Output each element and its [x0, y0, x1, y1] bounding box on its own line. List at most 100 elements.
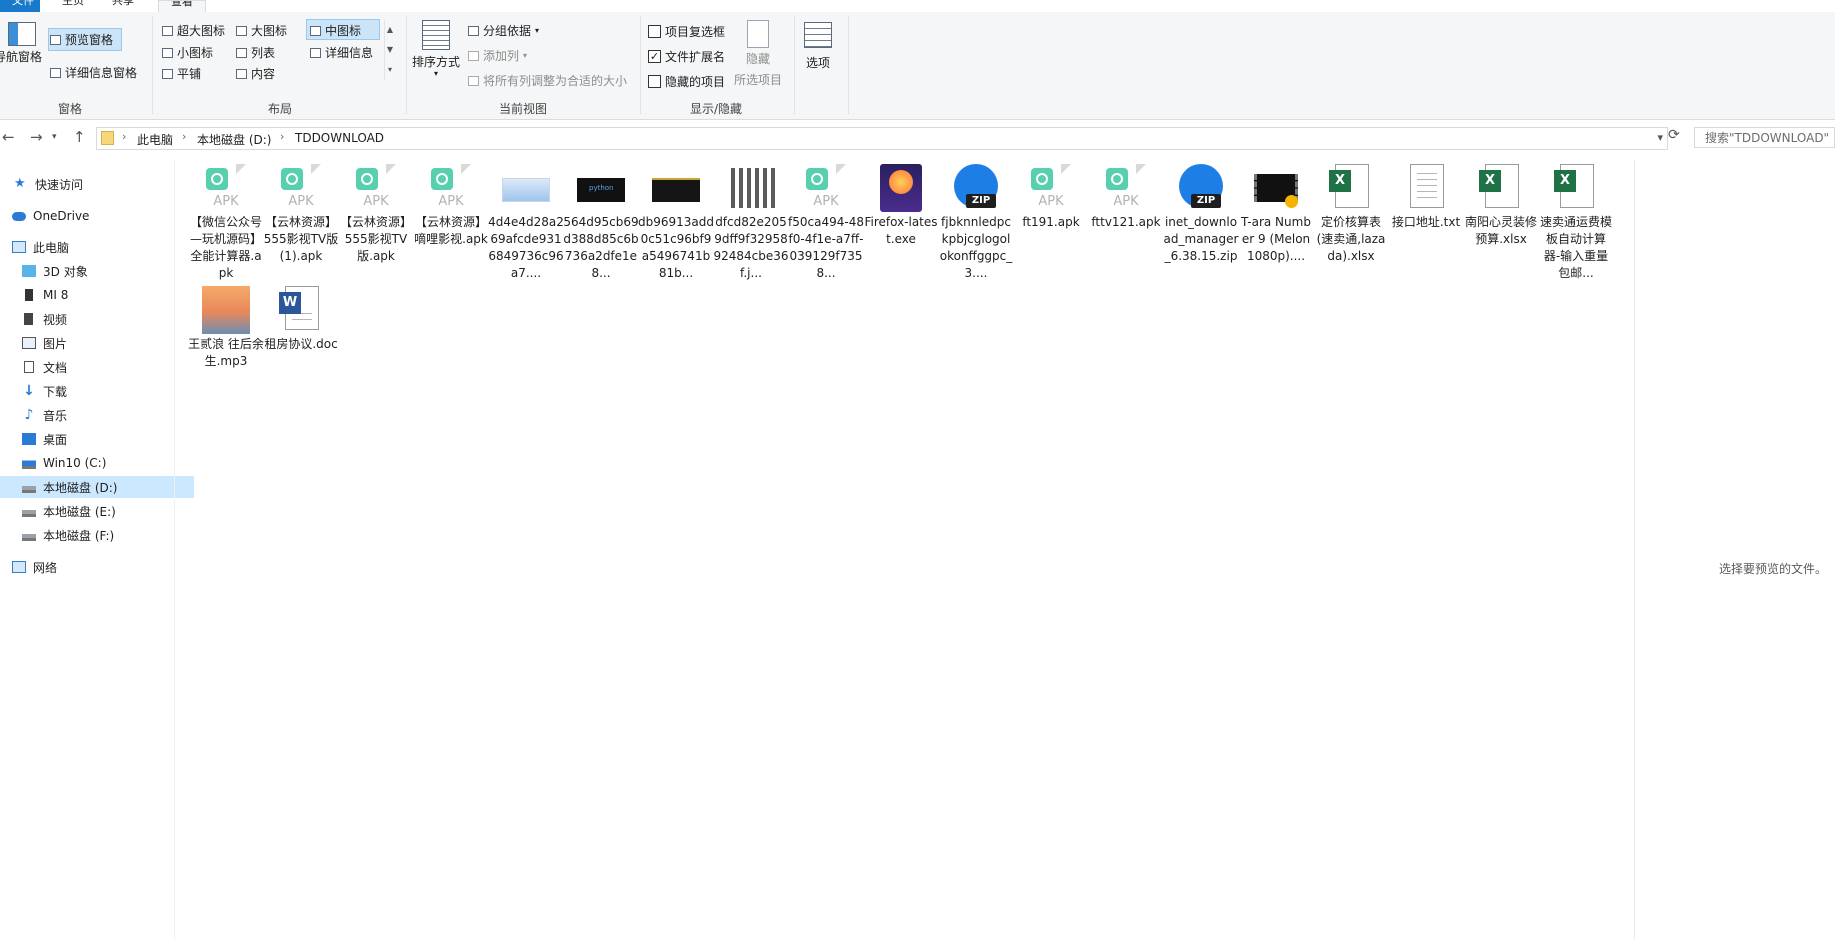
file-item[interactable]: ZIP fjbknnledpckpbjcglogolokonffggpc_3..… — [938, 164, 1014, 282]
file-item[interactable]: Firefox-latest.exe — [863, 164, 939, 248]
layout-content[interactable]: 内容 — [236, 65, 275, 82]
size-all-columns-button[interactable]: 将所有列调整为合适的大小 — [468, 72, 627, 89]
nav-downloads[interactable]: ↓ 下载 — [0, 380, 194, 402]
nav-documents[interactable]: 文档 — [0, 356, 194, 378]
breadcrumb-tddownload[interactable]: TDDOWNLOAD — [295, 131, 384, 145]
file-list: APK 【微信公众号—玩机源码】全能计算器.apk APK 【云林资源】555影… — [188, 160, 1628, 939]
breadcrumb-drive-d[interactable]: 本地磁盘 (D:) — [197, 131, 271, 148]
group-by-button[interactable]: 分组依据 ▾ — [468, 22, 539, 39]
file-item[interactable]: 4d4e4d28a269afcde9316849736c96a7.... — [488, 164, 564, 282]
file-item[interactable]: APK 【云林资源】555影视TV版(1).apk — [263, 164, 339, 265]
nav-mi8[interactable]: MI 8 — [0, 284, 194, 306]
drive-icon — [22, 529, 36, 541]
group-by-label: 分组依据 — [483, 24, 532, 38]
sort-by-button[interactable]: 排序方式 ▾ — [412, 20, 460, 78]
forward-arrow-icon[interactable]: → — [30, 128, 43, 146]
file-item[interactable]: python 564d95cb69d388d85c6b736a2dfe1e8..… — [563, 164, 639, 282]
nav-item-label: 本地磁盘 (F:) — [43, 528, 115, 543]
file-item[interactable]: APK fttv121.apk — [1088, 164, 1164, 231]
nav-item-label: 下载 — [43, 384, 68, 399]
details-pane-label: 详细信息窗格 — [65, 66, 138, 80]
layout-large[interactable]: 大图标 — [236, 22, 287, 39]
hide-selected-button[interactable]: 隐藏 所选项目 — [734, 20, 782, 88]
file-item[interactable]: X 速卖通运费模板自动计算器-输入重量包邮... — [1538, 164, 1614, 282]
chevron-down-icon: ▾ — [523, 51, 528, 60]
nav-item-label: 3D 对象 — [43, 264, 88, 279]
search-input[interactable]: 搜索"TDDOWNLOAD" — [1694, 127, 1835, 148]
layout-scroll-arrows[interactable]: ▲ ▼ ▾ — [384, 20, 395, 80]
file-extensions-toggle[interactable]: ✓ 文件扩展名 — [648, 48, 725, 65]
file-item[interactable]: APK 【微信公众号—玩机源码】全能计算器.apk — [188, 164, 264, 282]
nav-pictures[interactable]: 图片 — [0, 332, 194, 354]
drive-icon — [22, 505, 36, 517]
hidden-items-toggle[interactable]: 隐藏的项目 — [648, 73, 725, 90]
file-name: 【云林资源】嘀哩影视.apk — [414, 215, 488, 246]
file-name: 定价核算表(速卖通,lazada).xlsx — [1316, 215, 1386, 263]
nav-network[interactable]: 网络 — [0, 556, 184, 578]
file-item[interactable]: APK 【云林资源】555影视TV版.apk — [338, 164, 414, 265]
file-item[interactable]: APK f50ca494-48f0-4f1e-a7ff-039129f7358.… — [788, 164, 864, 282]
refresh-icon[interactable]: ⟳ — [1668, 127, 1680, 143]
layout-tiles[interactable]: 平铺 — [162, 65, 201, 82]
item-checkboxes-toggle[interactable]: 项目复选框 — [648, 23, 725, 40]
file-item[interactable]: dfcd82e2059dff9f3295892484cbe36f.j... — [713, 164, 789, 282]
nav-onedrive[interactable]: OneDrive — [0, 205, 184, 227]
file-item[interactable]: db96913add0c51c96bf9a5496741b81b... — [638, 164, 714, 282]
nav-drive-c[interactable]: Win10 (C:) — [0, 452, 194, 474]
file-item[interactable]: APK 【云林资源】嘀哩影视.apk — [413, 164, 489, 248]
back-arrow-icon[interactable]: ← — [2, 128, 15, 146]
file-item[interactable]: X 南阳心灵装修预算.xlsx — [1463, 164, 1539, 248]
file-item[interactable]: W 租房协议.doc — [263, 286, 339, 353]
breadcrumb-this-pc[interactable]: 此电脑 — [137, 131, 173, 148]
file-name: fttv121.apk — [1091, 215, 1161, 229]
file-name: 【云林资源】555影视TV版.apk — [339, 215, 412, 263]
address-input[interactable]: › 此电脑 › 本地磁盘 (D:) › TDDOWNLOAD ▾ — [96, 127, 1668, 150]
nav-drive-d[interactable]: 本地磁盘 (D:) — [0, 476, 194, 498]
nav-music[interactable]: ♪ 音乐 — [0, 404, 194, 426]
tab-home[interactable]: 主页 — [62, 0, 92, 12]
address-dropdown-icon[interactable]: ▾ — [1657, 131, 1663, 144]
file-name: 速卖通运费模板自动计算器-输入重量包邮... — [1539, 215, 1612, 280]
file-item[interactable]: APK ft191.apk — [1013, 164, 1089, 231]
nav-desktop[interactable]: 桌面 — [0, 428, 194, 450]
layout-medium[interactable]: 中图标 — [310, 22, 361, 39]
nav-pane-button[interactable]: 导航窗格 — [0, 22, 42, 65]
layout-list[interactable]: 列表 — [236, 44, 275, 61]
file-item[interactable]: 接口地址.txt — [1388, 164, 1464, 231]
apk-icon: APK — [427, 164, 475, 212]
details-pane-button[interactable]: 详细信息窗格 — [50, 64, 137, 81]
nav-drive-e[interactable]: 本地磁盘 (E:) — [0, 500, 194, 522]
excel-icon: X — [1477, 164, 1525, 212]
sort-by-label: 排序方式 — [412, 55, 461, 69]
layout-extra-large[interactable]: 超大图标 — [162, 22, 225, 39]
nav-videos[interactable]: 视频 — [0, 308, 194, 330]
tab-share[interactable]: 共享 — [112, 0, 142, 12]
file-item[interactable]: 王贰浪 往后余生.mp3 — [188, 286, 264, 370]
group-divider — [794, 16, 795, 114]
text-file-icon — [1402, 164, 1450, 212]
layout-medium-icon — [310, 25, 321, 36]
nav-quick-access[interactable]: ★ 快速访问 — [0, 173, 186, 195]
item-checkboxes-checkbox[interactable] — [648, 25, 661, 38]
nav-this-pc[interactable]: 此电脑 — [0, 236, 184, 258]
nav-3d-objects[interactable]: 3D 对象 — [0, 260, 194, 282]
audio-thumbnail-icon — [202, 286, 250, 334]
layout-details[interactable]: 详细信息 — [310, 44, 373, 61]
file-extensions-checkbox[interactable]: ✓ — [648, 50, 661, 63]
up-arrow-icon[interactable]: ↑ — [73, 128, 86, 146]
hide-selected-sub-label: 所选项目 — [734, 73, 783, 87]
nav-item-label: 文档 — [43, 360, 68, 375]
file-name: ft191.apk — [1022, 215, 1080, 229]
nav-drive-f[interactable]: 本地磁盘 (F:) — [0, 524, 194, 546]
image-thumbnail-icon — [727, 164, 775, 212]
add-columns-button[interactable]: 添加列 ▾ — [468, 47, 527, 64]
recent-chevron-icon[interactable]: ▾ — [52, 132, 57, 142]
tab-file[interactable]: 文件 — [0, 0, 40, 12]
file-item[interactable]: ZIP inet_download_manager_6.38.15.zip — [1163, 164, 1239, 265]
layout-small[interactable]: 小图标 — [162, 44, 213, 61]
hidden-items-checkbox[interactable] — [648, 75, 661, 88]
file-item[interactable]: X 定价核算表(速卖通,lazada).xlsx — [1313, 164, 1389, 265]
options-button[interactable]: 选项 — [804, 22, 832, 71]
preview-pane-button[interactable]: 预览窗格 — [50, 31, 113, 48]
file-item[interactable]: T-ara Number 9 (Melon 1080p).... — [1238, 164, 1314, 265]
